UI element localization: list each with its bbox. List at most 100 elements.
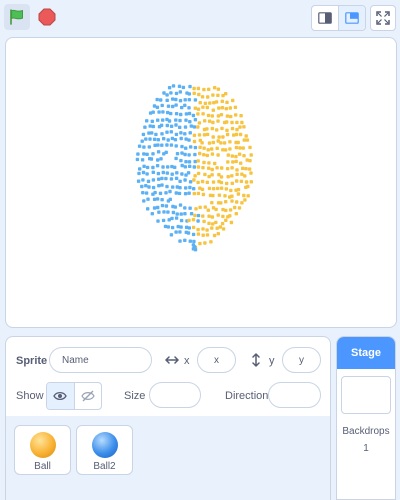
face-mesh-point bbox=[174, 97, 178, 102]
face-mesh-point bbox=[237, 206, 242, 210]
face-mesh-point bbox=[187, 160, 192, 164]
face-mesh-point bbox=[242, 193, 246, 198]
direction-label: Direction bbox=[225, 390, 269, 402]
face-mesh-point bbox=[200, 187, 205, 191]
face-mesh-point bbox=[196, 159, 200, 163]
show-sprite-button[interactable] bbox=[47, 383, 74, 409]
face-mesh-point bbox=[220, 221, 225, 226]
face-mesh-point bbox=[202, 87, 206, 92]
face-mesh-point bbox=[224, 218, 228, 222]
face-mesh-point bbox=[151, 170, 155, 174]
face-mesh-point bbox=[234, 145, 239, 150]
face-mesh-point bbox=[193, 98, 198, 102]
sprite-tile-ball2[interactable]: Ball2 bbox=[76, 425, 133, 475]
face-mesh-point bbox=[159, 157, 163, 161]
face-mesh-point bbox=[235, 179, 239, 183]
stop-sign-icon bbox=[38, 8, 56, 26]
face-mesh-point bbox=[187, 226, 191, 230]
sprite-tile-ball[interactable]: Ball bbox=[14, 425, 71, 475]
face-mesh-point bbox=[228, 208, 233, 212]
face-mesh-point bbox=[196, 180, 200, 185]
face-mesh-point bbox=[142, 152, 146, 156]
face-mesh-point bbox=[225, 167, 230, 171]
stage-canvas[interactable] bbox=[5, 37, 397, 328]
face-mesh-point bbox=[145, 152, 149, 156]
face-mesh-point bbox=[219, 113, 224, 117]
face-mesh-point bbox=[196, 227, 200, 232]
face-mesh-point bbox=[216, 93, 220, 97]
face-mesh-point bbox=[220, 106, 225, 110]
face-mesh-point bbox=[187, 106, 191, 110]
face-mesh-point bbox=[192, 178, 196, 182]
stage-target-pane[interactable]: Stage Backdrops 1 bbox=[336, 336, 396, 500]
face-mesh-point bbox=[142, 145, 146, 149]
face-mesh-point bbox=[175, 212, 179, 216]
small-stage-button[interactable] bbox=[312, 6, 338, 30]
face-mesh-point bbox=[188, 185, 192, 190]
face-mesh-point bbox=[193, 145, 198, 150]
face-mesh-point bbox=[146, 197, 150, 201]
face-mesh-point bbox=[241, 146, 245, 150]
face-mesh-point bbox=[210, 226, 214, 230]
face-mesh-point bbox=[196, 112, 200, 116]
face-mesh-point bbox=[174, 156, 178, 161]
face-mesh-point bbox=[222, 141, 227, 145]
x-input[interactable]: x bbox=[197, 347, 236, 373]
face-mesh-point bbox=[183, 192, 188, 196]
sprite-name-input[interactable]: Name bbox=[49, 347, 152, 373]
y-input[interactable]: y bbox=[282, 347, 321, 373]
face-mesh-point bbox=[215, 226, 219, 230]
size-input[interactable] bbox=[149, 382, 201, 408]
face-mesh-point bbox=[217, 135, 221, 139]
face-mesh-point bbox=[198, 145, 202, 149]
face-mesh-point bbox=[169, 130, 173, 134]
face-mesh-point bbox=[202, 219, 206, 224]
face-mesh-point bbox=[155, 164, 160, 168]
show-label: Show bbox=[16, 390, 44, 402]
face-mesh-point bbox=[151, 110, 155, 114]
face-mesh-point bbox=[188, 164, 192, 168]
normal-stage-button[interactable] bbox=[338, 6, 365, 30]
face-mesh-point bbox=[235, 172, 239, 176]
face-mesh-point bbox=[203, 172, 207, 177]
face-mesh-point bbox=[235, 168, 239, 172]
face-mesh-point bbox=[192, 165, 196, 169]
face-mesh-point bbox=[228, 140, 232, 144]
green-flag-button[interactable] bbox=[4, 4, 30, 30]
face-mesh-point bbox=[161, 170, 165, 175]
backdrops-label: Backdrops bbox=[342, 426, 390, 437]
eye-hidden-icon bbox=[81, 390, 95, 402]
face-mesh-point bbox=[226, 175, 230, 179]
face-mesh-point bbox=[215, 166, 219, 170]
face-mesh-point bbox=[186, 171, 191, 175]
face-mesh-point bbox=[220, 99, 224, 103]
face-mesh-point bbox=[201, 233, 205, 237]
stop-button[interactable] bbox=[34, 4, 60, 30]
face-mesh-point bbox=[164, 204, 169, 208]
direction-input[interactable] bbox=[268, 382, 321, 408]
fullscreen-button[interactable] bbox=[370, 5, 396, 31]
face-mesh-point bbox=[231, 160, 235, 164]
face-mesh-point bbox=[215, 146, 219, 150]
face-mesh-point bbox=[168, 197, 172, 201]
face-mesh-point bbox=[183, 238, 187, 242]
face-mesh-point bbox=[179, 218, 184, 223]
face-mesh-point bbox=[228, 147, 232, 151]
face-mesh-point bbox=[160, 176, 164, 181]
hide-sprite-button[interactable] bbox=[73, 383, 101, 409]
face-mesh-point bbox=[138, 167, 142, 171]
face-mesh-point bbox=[183, 212, 187, 216]
face-mesh-point bbox=[200, 95, 205, 99]
face-mesh-point bbox=[207, 214, 211, 218]
face-mesh-point bbox=[192, 187, 196, 191]
face-mesh-point bbox=[212, 233, 217, 238]
face-mesh-point bbox=[174, 112, 179, 116]
face-mesh-point bbox=[208, 101, 212, 105]
face-mesh-point bbox=[207, 221, 211, 225]
face-mesh-point bbox=[239, 179, 244, 183]
face-mesh-point bbox=[152, 137, 157, 141]
face-mesh-point bbox=[178, 99, 183, 103]
face-mesh-point bbox=[170, 216, 174, 221]
face-mesh-point bbox=[193, 152, 197, 157]
face-mesh-point bbox=[161, 165, 165, 169]
